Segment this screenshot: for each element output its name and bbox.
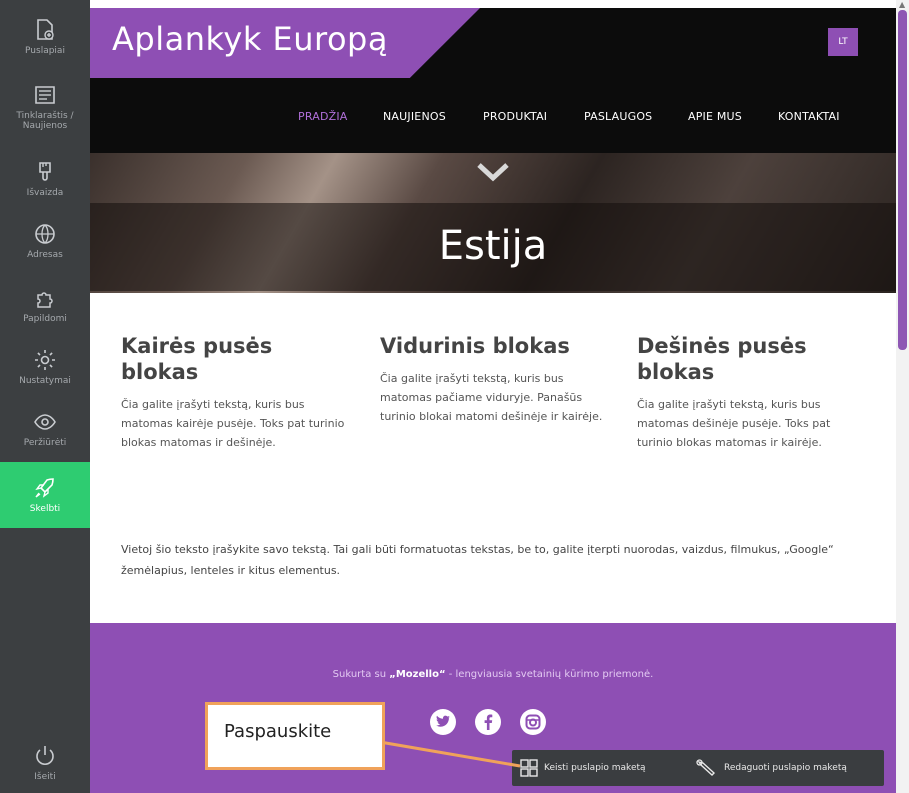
footer-credit-prefix: Sukurta su [332, 669, 390, 680]
chevron-down-icon[interactable] [475, 161, 511, 183]
hero-title: Estija [438, 223, 548, 269]
nav-item-contacts[interactable]: KONTAKTAI [778, 110, 840, 123]
body-text: Vietoj šio teksto įrašykite savo tekstą.… [121, 543, 834, 577]
change-layout-label: Keisti puslapio maketą [544, 763, 646, 773]
sidebar-item-label: Nustatymai [19, 376, 71, 386]
right-block: Dešinės pusės blokas Čia galite įrašyti … [637, 333, 867, 452]
content-section: Kairės pusės blokas Čia galite įrašyti t… [90, 293, 896, 623]
sidebar-item-address[interactable]: Adresas [0, 208, 90, 274]
editor-sidebar: Puslapiai Tinklaraštis / Naujienos Išvai… [0, 0, 90, 793]
puzzle-icon [37, 292, 53, 308]
footer-credit: Sukurta su „Mozello“ - lengviausia sveta… [90, 669, 896, 680]
middle-block-text: Čia galite įrašyti tekstą, kuris bus mat… [380, 372, 603, 423]
left-block-title: Kairės pusės blokas [121, 334, 273, 384]
sidebar-item-label: Papildomi [23, 314, 67, 324]
instagram-icon[interactable] [520, 709, 546, 735]
sidebar-item-logout[interactable]: Išeiti [0, 730, 90, 793]
sidebar-item-label: Skelbti [29, 504, 61, 514]
nav-item-news[interactable]: NAUJIENOS [383, 110, 446, 123]
sidebar-item-publish[interactable]: Skelbti [0, 462, 90, 528]
nav-item-products[interactable]: PRODUKTAI [483, 110, 547, 123]
nav-item-services[interactable]: PASLAUGOS [584, 110, 652, 123]
nav-item-about[interactable]: APIE MUS [688, 110, 742, 123]
middle-block-title: Vidurinis blokas [380, 334, 570, 358]
twitter-icon[interactable] [430, 709, 456, 735]
globe-icon [35, 224, 55, 244]
paint-brush-icon [39, 162, 51, 181]
left-block: Kairės pusės blokas Čia galite įrašyti t… [121, 333, 351, 452]
scrollbar-thumb[interactable] [898, 10, 907, 350]
nav-item-home[interactable]: PRADŽIA [298, 110, 348, 123]
rocket-icon [35, 478, 54, 498]
power-icon [36, 746, 54, 765]
layout-toolbar: Keisti puslapio maketą Redaguoti puslapi… [512, 750, 884, 786]
layout-grid-icon [520, 759, 538, 777]
left-block-text: Čia galite įrašyti tekstą, kuris bus mat… [121, 398, 345, 449]
gear-icon [35, 350, 55, 370]
edit-layout-label: Redaguoti puslapio maketą [724, 763, 847, 773]
main-nav: PRADŽIA NAUJIENOS PRODUKTAI PASLAUGOS AP… [90, 110, 896, 130]
language-switch[interactable]: LT [828, 28, 858, 56]
right-block-title: Dešinės pusės blokas [637, 334, 807, 384]
page-add-icon [37, 19, 54, 40]
sidebar-item-addons[interactable]: Papildomi [0, 272, 90, 338]
sidebar-item-label: Išvaizda [26, 188, 64, 198]
footer-credit-brand[interactable]: „Mozello“ [389, 669, 445, 680]
sidebar-item-label: Tinklaraštis / Naujienos [16, 111, 74, 131]
sidebar-item-preview[interactable]: Peržiūrėti [0, 396, 90, 462]
facebook-icon[interactable] [475, 709, 501, 735]
sidebar-item-label: Išeiti [34, 772, 56, 782]
edit-layout-button[interactable]: Redaguoti puslapio maketą [696, 750, 847, 786]
sidebar-item-pages[interactable]: Puslapiai [0, 4, 90, 70]
right-block-text: Čia galite įrašyti tekstą, kuris bus mat… [637, 398, 831, 449]
sidebar-item-appearance[interactable]: Išvaizda [0, 146, 90, 212]
change-layout-button[interactable]: Keisti puslapio maketą [520, 750, 646, 786]
hero-banner: Estija [90, 153, 896, 293]
wrench-icon [696, 759, 716, 776]
footer-credit-suffix: - lengviausia svetainių kūrimo priemonė. [445, 669, 654, 680]
sidebar-item-label: Puslapiai [25, 46, 65, 56]
sidebar-item-blog[interactable]: Tinklaraštis / Naujienos [0, 74, 90, 140]
sidebar-item-label: Peržiūrėti [23, 438, 67, 448]
middle-block: Vidurinis blokas Čia galite įrašyti teks… [380, 333, 610, 426]
sidebar-item-settings[interactable]: Nustatymai [0, 334, 90, 400]
newspaper-icon [35, 86, 55, 104]
site-brand[interactable]: Aplankyk Europą [112, 20, 388, 58]
instruction-callout: Paspauskite [205, 702, 385, 770]
site-header: Aplankyk Europą LT PRADŽIA NAUJIENOS PRO… [90, 8, 896, 153]
callout-text: Paspauskite [224, 721, 332, 742]
scroll-up-arrow-icon[interactable]: ▲ [899, 0, 905, 9]
site-preview: Aplankyk Europą LT PRADŽIA NAUJIENOS PRO… [90, 8, 896, 793]
eye-icon [34, 414, 56, 430]
sidebar-item-label: Adresas [27, 250, 63, 260]
